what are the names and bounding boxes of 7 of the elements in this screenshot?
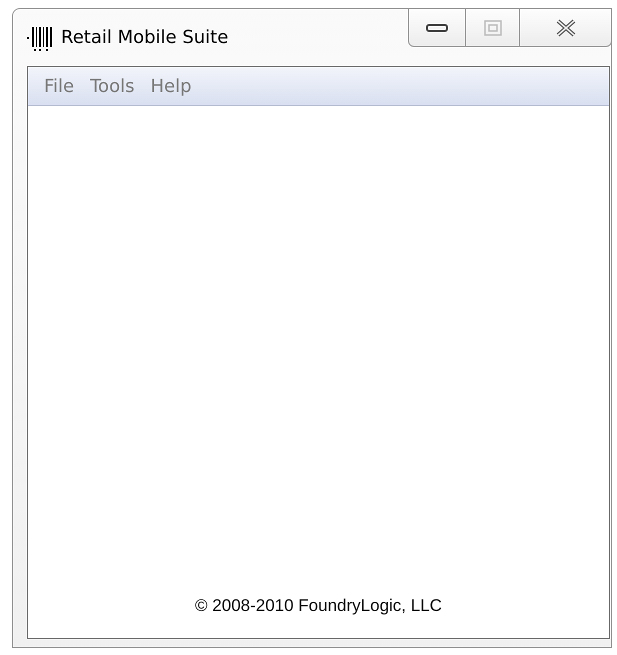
maximize-icon <box>484 20 502 36</box>
minimize-icon <box>426 22 448 32</box>
copyright-text: © 2008-2010 FoundryLogic, LLC <box>195 596 442 616</box>
close-icon <box>554 18 576 36</box>
window-title: Retail Mobile Suite <box>61 27 228 48</box>
close-button[interactable] <box>520 8 612 47</box>
minimize-button[interactable] <box>408 8 466 47</box>
